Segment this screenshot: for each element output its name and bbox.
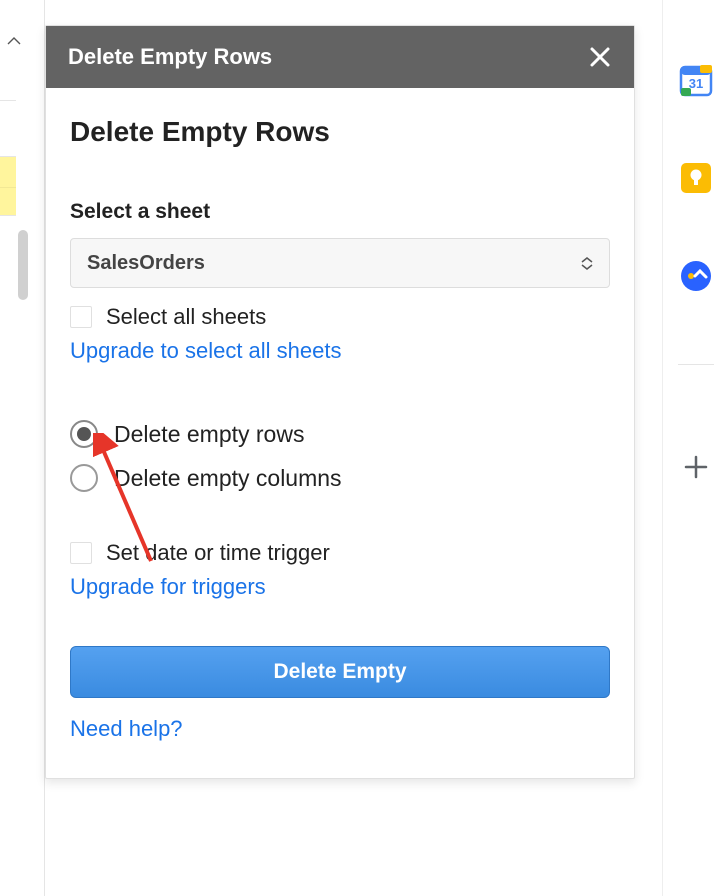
radio-columns-label: Delete empty columns	[114, 465, 342, 492]
upgrade-sheets-link[interactable]: Upgrade to select all sheets	[70, 338, 610, 364]
plus-icon	[682, 453, 710, 481]
select-all-label: Select all sheets	[106, 304, 266, 330]
delete-empty-button[interactable]: Delete Empty	[70, 646, 610, 698]
trigger-section: Set date or time trigger Upgrade for tri…	[70, 540, 610, 600]
select-sheet-label: Select a sheet	[70, 200, 610, 224]
tasks-icon[interactable]	[676, 256, 716, 296]
sheet-select[interactable]: SalesOrders	[70, 238, 610, 288]
panel-header: Delete Empty Rows	[46, 26, 634, 88]
panel-header-title: Delete Empty Rows	[68, 44, 272, 70]
addon-panel: Delete Empty Rows Delete Empty Rows Sele…	[45, 25, 635, 779]
trigger-label: Set date or time trigger	[106, 540, 330, 566]
select-all-row[interactable]: Select all sheets	[70, 304, 610, 330]
page-title: Delete Empty Rows	[70, 116, 610, 148]
radio-delete-rows[interactable]: Delete empty rows	[70, 420, 610, 448]
delete-mode-group: Delete empty rows Delete empty columns	[70, 420, 610, 492]
delete-empty-button-label: Delete Empty	[273, 660, 406, 684]
scrollbar-thumb[interactable]	[18, 230, 28, 300]
spreadsheet-left-strip	[0, 0, 45, 896]
radio-rows-input[interactable]	[70, 420, 98, 448]
radio-delete-columns[interactable]: Delete empty columns	[70, 464, 610, 492]
sheet-select-value: SalesOrders	[87, 252, 205, 275]
trigger-checkbox[interactable]	[70, 542, 92, 564]
radio-columns-input[interactable]	[70, 464, 98, 492]
close-icon	[588, 45, 612, 69]
calendar-icon[interactable]: 31	[676, 60, 716, 100]
sidebar-divider	[678, 364, 714, 365]
caret-up-icon	[6, 36, 22, 46]
panel-body: Delete Empty Rows Select a sheet SalesOr…	[46, 88, 634, 778]
svg-text:31: 31	[688, 76, 702, 91]
select-arrows-icon	[581, 257, 593, 270]
add-button[interactable]	[676, 447, 716, 487]
highlighted-cells	[0, 156, 16, 216]
select-all-checkbox[interactable]	[70, 306, 92, 328]
upgrade-triggers-link[interactable]: Upgrade for triggers	[70, 574, 610, 600]
right-sidebar: 31	[662, 0, 728, 896]
radio-rows-label: Delete empty rows	[114, 421, 304, 448]
help-link[interactable]: Need help?	[70, 716, 610, 742]
keep-icon[interactable]	[676, 158, 716, 198]
close-button[interactable]	[588, 45, 612, 69]
radio-dot-icon	[77, 427, 91, 441]
trigger-row[interactable]: Set date or time trigger	[70, 540, 610, 566]
